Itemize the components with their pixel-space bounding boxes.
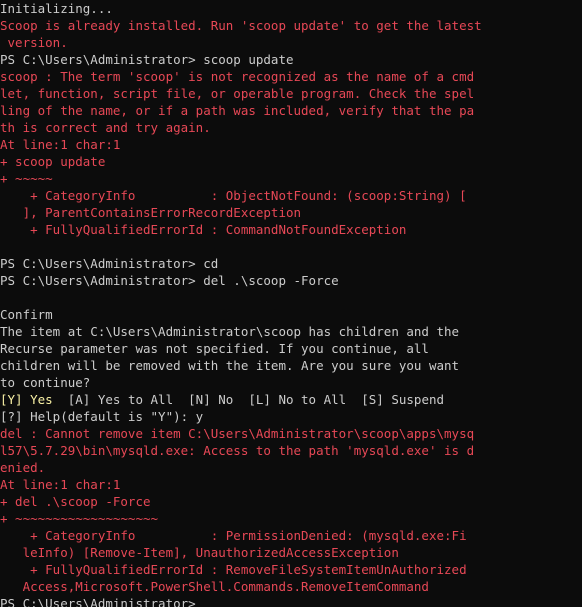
terminal-line: to continue?: [0, 375, 91, 390]
terminal-line: del : Cannot remove item C:\Users\Admini…: [0, 426, 475, 441]
terminal-line: PS C:\Users\Administrator> cd: [0, 256, 219, 271]
terminal-line: At line:1 char:1: [0, 137, 121, 152]
terminal-line: The item at C:\Users\Administrator\scoop…: [0, 324, 460, 339]
terminal-line: + del .\scoop -Force: [0, 494, 151, 509]
terminal-line: Scoop is already installed. Run 'scoop u…: [0, 18, 482, 33]
terminal-line: th is correct and try again.: [0, 120, 211, 135]
terminal-line: + ~~~~~: [0, 171, 53, 186]
terminal-line: Confirm: [0, 307, 53, 322]
terminal-line: l57\5.7.29\bin\mysqld.exe: Access to the…: [0, 443, 475, 458]
terminal-line: Initializing...: [0, 1, 113, 16]
terminal-line: [?] Help(default is "Y"): y: [0, 409, 204, 424]
terminal-line-segment: [A] Yes to All [N] No [L] No to All [S] …: [52, 392, 445, 407]
terminal-line: + ~~~~~~~~~~~~~~~~~~~: [0, 511, 159, 526]
terminal-line: version.: [0, 35, 68, 50]
terminal-line-segment: [Y] Yes: [0, 392, 53, 407]
terminal-line: + scoop update: [0, 154, 106, 169]
terminal-line: PS C:\Users\Administrator> scoop update: [0, 52, 294, 67]
terminal-line: scoop : The term 'scoop' is not recogniz…: [0, 69, 475, 84]
powershell-terminal[interactable]: Initializing... Scoop is already installe…: [0, 0, 582, 607]
terminal-line: At line:1 char:1: [0, 477, 121, 492]
terminal-line: Access,Microsoft.PowerShell.Commands.Rem…: [0, 579, 429, 594]
terminal-line: [Y] Yes [A] Yes to All [N] No [L] No to …: [0, 391, 582, 408]
terminal-line: enied.: [0, 460, 46, 475]
terminal-line: ling of the name, or if a path was inclu…: [0, 103, 475, 118]
terminal-line: + FullyQualifiedErrorId : RemoveFileSyst…: [0, 562, 467, 577]
terminal-line: PS C:\Users\Administrator> del .\scoop -…: [0, 273, 339, 288]
terminal-line: + CategoryInfo : ObjectNotFound: (scoop:…: [0, 188, 467, 203]
terminal-line: let, function, script file, or operable …: [0, 86, 475, 101]
terminal-line: Recurse parameter was not specified. If …: [0, 341, 429, 356]
terminal-line: leInfo) [Remove-Item], UnauthorizedAcces…: [0, 545, 399, 560]
terminal-line: + FullyQualifiedErrorId : CommandNotFoun…: [0, 222, 407, 237]
terminal-line: children will be removed with the item. …: [0, 358, 460, 373]
terminal-line: + CategoryInfo : PermissionDenied: (mysq…: [0, 528, 467, 543]
terminal-line: PS C:\Users\Administrator>: [0, 596, 196, 607]
terminal-line: ], ParentContainsErrorRecordException: [0, 205, 302, 220]
